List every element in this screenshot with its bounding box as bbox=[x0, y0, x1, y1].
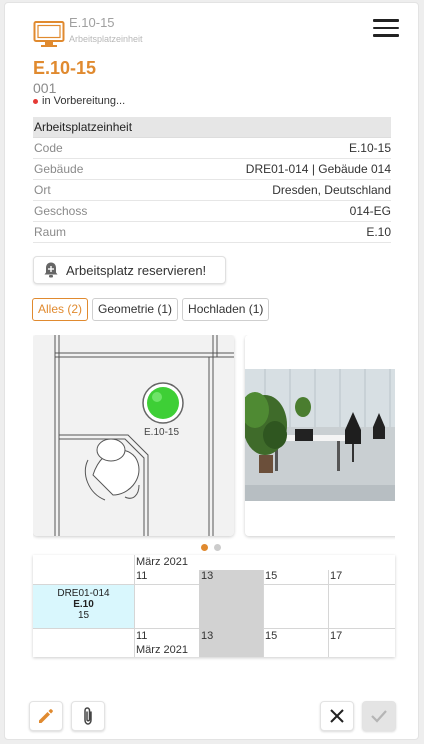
month-label-top: März 2021 bbox=[136, 556, 188, 568]
reserve-label: Arbeitsplatz reservieren! bbox=[66, 262, 207, 278]
edit-button[interactable] bbox=[29, 701, 63, 731]
day-label: 15 bbox=[265, 630, 278, 642]
bell-plus-icon bbox=[44, 262, 58, 278]
reserve-workspace-button[interactable]: Arbeitsplatz reservieren! bbox=[33, 256, 226, 284]
status-dot-icon bbox=[33, 98, 38, 104]
properties-table: Arbeitsplatzeinheit Code E.10-15 Gebäude D… bbox=[33, 117, 391, 243]
footer-left-actions bbox=[29, 701, 105, 731]
status-text: in Vorbereitung... bbox=[42, 95, 126, 107]
menu-button[interactable] bbox=[373, 19, 399, 39]
tab-upload[interactable]: Hochladen (1) bbox=[182, 298, 270, 321]
floorplan-drawing bbox=[33, 335, 234, 536]
property-row: Code E.10-15 bbox=[33, 138, 391, 159]
property-row: Raum E.10 bbox=[33, 222, 391, 243]
month-label-bottom: März 2021 bbox=[136, 644, 188, 656]
property-row: Geschoss 014-EG bbox=[33, 201, 391, 222]
check-icon bbox=[371, 710, 387, 723]
media-gallery: E.10-15 bbox=[33, 335, 395, 540]
day-label: 15 bbox=[265, 570, 278, 582]
entity-title: E.10-15 bbox=[33, 58, 97, 78]
cancel-button[interactable] bbox=[320, 701, 354, 731]
menu-icon bbox=[373, 19, 399, 22]
day-label: 17 bbox=[330, 630, 343, 642]
paperclip-icon bbox=[84, 707, 92, 725]
property-row: Gebäude DRE01-014 | Gebäude 014 bbox=[33, 159, 391, 180]
resource-cell[interactable]: DRE01-014 E.10 15 bbox=[33, 585, 134, 628]
office-photo bbox=[245, 335, 395, 536]
tab-all[interactable]: Alles (2) bbox=[32, 298, 89, 321]
carousel-dot-active[interactable] bbox=[201, 544, 208, 551]
status-line: in Vorbereitung... bbox=[33, 95, 125, 107]
today-column bbox=[199, 570, 263, 657]
attach-button[interactable] bbox=[71, 701, 105, 731]
floorplan-slide[interactable]: E.10-15 bbox=[33, 335, 234, 536]
day-label: 13 bbox=[201, 570, 214, 582]
day-label: 13 bbox=[201, 630, 214, 642]
property-row: Ort Dresden, Deutschland bbox=[33, 180, 391, 201]
top-bar: E.10-15 Arbeitsplatzeinheit bbox=[33, 15, 399, 49]
floorplan-label: E.10-15 bbox=[144, 427, 180, 438]
footer-right-actions bbox=[320, 701, 396, 731]
detail-card: E.10-15 Arbeitsplatzeinheit E.10-15 001 … bbox=[4, 2, 419, 740]
carousel-dots bbox=[201, 544, 221, 551]
properties-header: Arbeitsplatzeinheit bbox=[33, 117, 391, 138]
header-code: E.10-15 bbox=[69, 15, 115, 30]
day-label: 11 bbox=[136, 570, 148, 582]
day-label: 11 bbox=[136, 630, 148, 642]
header-subtitle: Arbeitsplatzeinheit bbox=[69, 34, 143, 44]
carousel-dot[interactable] bbox=[214, 544, 221, 551]
schedule-timeline: DRE01-014 E.10 15 März 2021 11 13 15 17 … bbox=[33, 555, 395, 657]
entity-number: 001 bbox=[33, 80, 57, 96]
confirm-button[interactable] bbox=[362, 701, 396, 731]
tab-geometry[interactable]: Geometrie (1) bbox=[92, 298, 179, 321]
pencil-icon bbox=[39, 709, 53, 723]
filter-tabs: Alles (2) Geometrie (1) Hochladen (1) bbox=[32, 298, 270, 321]
monitor-icon bbox=[33, 21, 65, 47]
photo-slide[interactable] bbox=[245, 335, 395, 536]
close-icon bbox=[330, 709, 344, 723]
day-label: 17 bbox=[330, 570, 343, 582]
